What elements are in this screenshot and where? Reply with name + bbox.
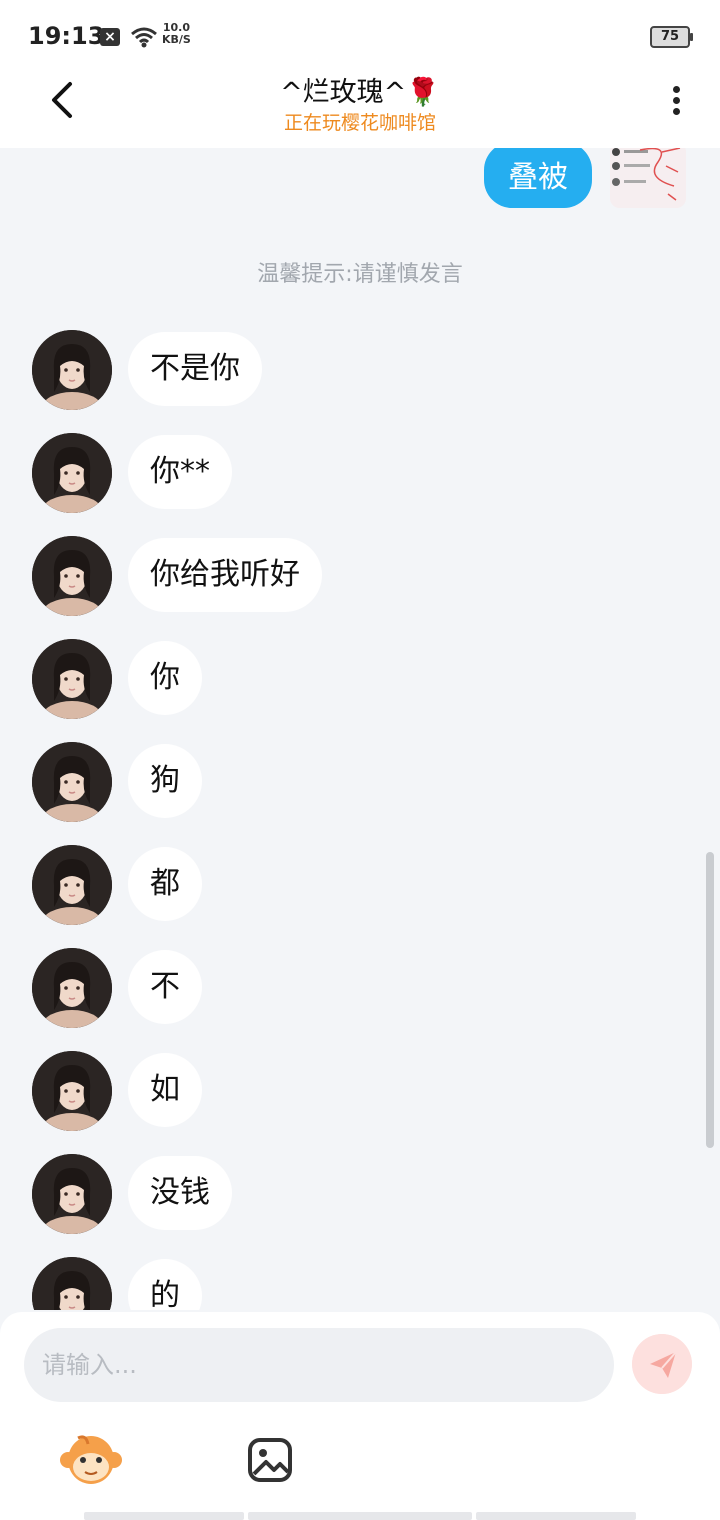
message-bubble: 的: [128, 1259, 202, 1310]
contact-avatar[interactable]: [32, 742, 112, 822]
contact-avatar[interactable]: [32, 1257, 112, 1310]
message-input[interactable]: [24, 1328, 614, 1402]
avatar-photo: [32, 948, 112, 1028]
contact-avatar[interactable]: [32, 1051, 112, 1131]
chat-area: 叠被 温馨提示:请谨慎发言 不是你你** 你给我听好你狗都不如没钱的: [0, 148, 720, 1310]
bottom-panel-edge: [84, 1512, 636, 1520]
input-bar: [0, 1312, 720, 1520]
send-button[interactable]: [632, 1334, 692, 1394]
avatar-photo: [32, 330, 112, 410]
message-bubble: 没钱: [128, 1156, 232, 1230]
cartoon-monkey-icon[interactable]: [60, 1432, 122, 1488]
network-speed: 10.0 KB/S: [162, 21, 191, 46]
avatar-photo: [32, 845, 112, 925]
contact-avatar[interactable]: [32, 1154, 112, 1234]
battery-indicator: 75: [650, 26, 693, 48]
chat-subtitle: 正在玩樱花咖啡馆: [283, 112, 436, 134]
contact-avatar[interactable]: [32, 433, 112, 513]
avatar-photo: [32, 536, 112, 616]
message-bubble: 如: [128, 1053, 202, 1127]
avatar-photo: [32, 1257, 112, 1310]
wifi-icon: [131, 27, 157, 48]
contact-avatar[interactable]: [32, 639, 112, 719]
message-bubble: 不是你: [128, 332, 262, 406]
avatar-photo: [32, 639, 112, 719]
image-icon[interactable]: [246, 1436, 294, 1484]
avatar-photo: [32, 742, 112, 822]
avatar-photo: [32, 433, 112, 513]
message-bubble: 不: [128, 950, 202, 1024]
avatar-photo: [32, 1154, 112, 1234]
close-notification-icon: ×: [100, 28, 120, 46]
chat-header: ^烂玫瑰^🌹 正在玩樱花咖啡馆: [0, 70, 720, 148]
message-bubble: 你给我听好: [128, 538, 322, 612]
avatar-image: [610, 148, 686, 208]
back-arrow-icon[interactable]: [40, 78, 84, 122]
message-bubble: 你**: [128, 435, 232, 509]
message-bubble: 都: [128, 847, 202, 921]
contact-avatar[interactable]: [32, 948, 112, 1028]
avatar-photo: [32, 1051, 112, 1131]
my-avatar[interactable]: [610, 148, 686, 208]
message-bubble: 你: [128, 641, 202, 715]
outgoing-message[interactable]: 叠被: [484, 148, 592, 208]
contact-avatar[interactable]: [32, 536, 112, 616]
contact-avatar[interactable]: [32, 845, 112, 925]
safety-tip: 温馨提示:请谨慎发言: [257, 262, 463, 287]
message-bubble: 狗: [128, 744, 202, 818]
status-time: 19:13: [28, 22, 105, 50]
contact-avatar[interactable]: [32, 330, 112, 410]
chat-title: ^烂玫瑰^🌹: [280, 77, 440, 108]
more-options-icon[interactable]: [660, 82, 692, 122]
outgoing-bubble: 叠被: [484, 148, 592, 208]
status-bar: 19:13 × 10.0 KB/S 75: [0, 0, 720, 70]
scrollbar[interactable]: [706, 852, 714, 1148]
